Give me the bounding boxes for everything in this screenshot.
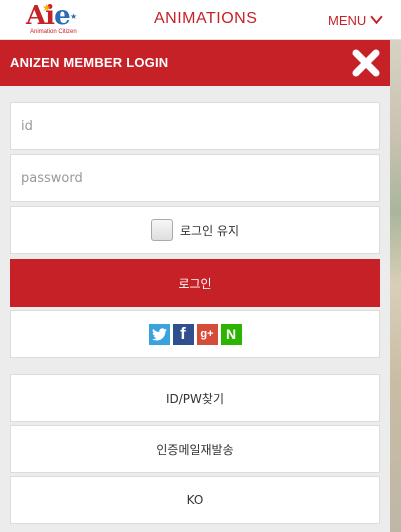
login-title: ANIZEN MEMBER LOGIN (10, 55, 169, 70)
menu-button[interactable]: MENU (328, 13, 383, 28)
top-navbar: Aie ★ ★ Animation Citizen ANIMATIONS MEN… (0, 0, 401, 40)
id-input[interactable] (11, 103, 379, 149)
password-input[interactable] (11, 155, 379, 201)
id-field-box (10, 102, 380, 150)
find-id-pw-button[interactable]: ID/PW찾기 (10, 374, 380, 422)
star-icon: ★ (42, 3, 51, 14)
chevron-down-icon (370, 15, 383, 25)
remember-login-row: 로그인 유지 (10, 206, 380, 254)
social-login-row: f g+ N (10, 310, 380, 358)
twitter-bird-icon (151, 327, 167, 340)
remember-login-checkbox[interactable] (150, 219, 173, 241)
twitter-icon[interactable] (148, 323, 170, 345)
background-image-strip (390, 40, 401, 532)
close-icon[interactable] (350, 47, 382, 79)
language-selector[interactable]: KO (10, 476, 380, 524)
remember-login-label: 로그인 유지 (179, 223, 239, 238)
facebook-icon[interactable]: f (172, 323, 194, 345)
menu-label: MENU (328, 13, 367, 28)
login-header: ANIZEN MEMBER LOGIN (0, 40, 390, 86)
login-panel: ANIZEN MEMBER LOGIN 로그인 유지 로그인 f g+ N ID… (0, 40, 390, 532)
naver-icon[interactable]: N (220, 323, 242, 345)
star-icon: ★ (70, 12, 78, 21)
page-title[interactable]: ANIMATIONS (154, 10, 257, 28)
logo-tagline: Animation Citizen (30, 29, 77, 35)
site-logo[interactable]: Aie ★ ★ Animation Citizen (26, 1, 86, 37)
resend-verification-email-button[interactable]: 인증메일재발송 (10, 425, 380, 473)
password-field-box (10, 154, 380, 202)
login-button[interactable]: 로그인 (10, 259, 380, 307)
google-plus-icon[interactable]: g+ (196, 323, 218, 345)
